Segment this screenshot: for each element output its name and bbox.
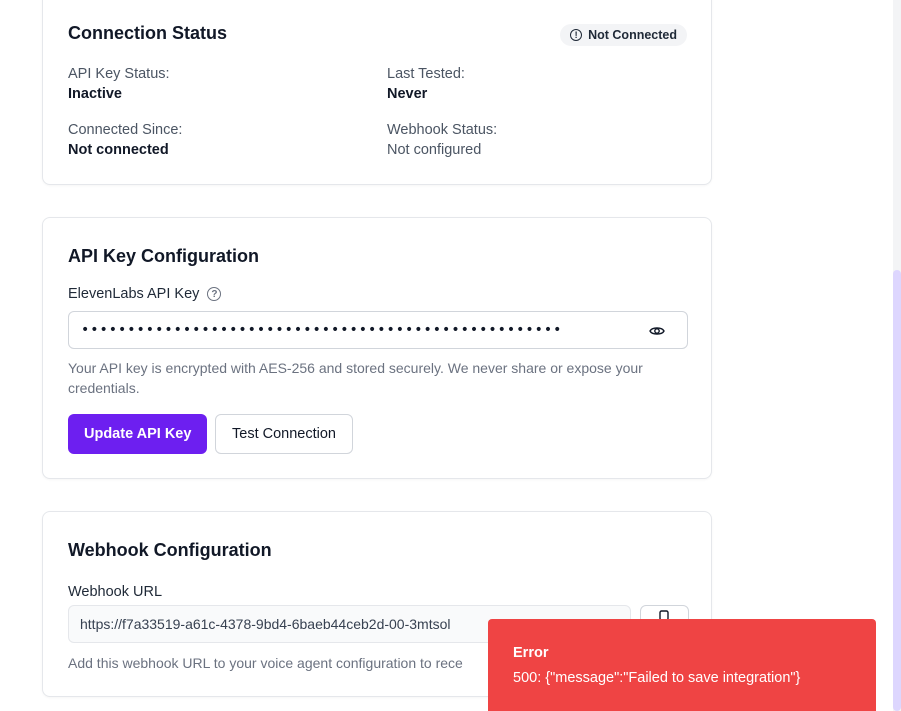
alert-circle-icon: !: [570, 29, 583, 41]
toast-title: Error: [513, 645, 549, 661]
webhook-url-label: Webhook URL: [68, 584, 163, 600]
toast-message: 500: {"message":"Failed to save integrat…: [513, 670, 801, 686]
help-circle-icon[interactable]: ?: [207, 287, 222, 301]
api-key-masked-value: ••••••••••••••••••••••••••••••••••••••••…: [81, 322, 563, 338]
api-key-status-label: API Key Status:: [68, 66, 170, 82]
last-tested-value: Never: [387, 86, 428, 102]
error-toast[interactable]: Error 500: {"message":"Failed to save in…: [488, 619, 876, 711]
api-key-config-title: API Key Configuration: [68, 246, 260, 266]
status-badge-label: Not Connected: [588, 28, 677, 42]
api-key-label-text: ElevenLabs API Key: [68, 286, 200, 302]
api-key-input[interactable]: ••••••••••••••••••••••••••••••••••••••••…: [68, 311, 688, 349]
api-key-helper-text: Your API key is encrypted with AES-256 a…: [68, 360, 643, 396]
webhook-status-value: Not configured: [387, 142, 482, 158]
scrollbar-thumb[interactable]: [893, 270, 901, 711]
test-connection-button[interactable]: Test Connection: [215, 414, 353, 454]
status-badge: ! Not Connected: [560, 24, 687, 46]
api-key-config-card: API Key Configuration ElevenLabs API Key…: [42, 217, 712, 479]
last-tested-label: Last Tested:: [387, 66, 465, 82]
connection-status-title: Connection Status: [68, 23, 228, 43]
connected-since-label: Connected Since:: [68, 122, 183, 138]
webhook-status-label: Webhook Status:: [387, 122, 498, 138]
connection-status-card: Connection Status ! Not Connected API Ke…: [42, 0, 712, 185]
webhook-config-title: Webhook Configuration: [68, 540, 272, 560]
api-key-status-value: Inactive: [68, 86, 122, 102]
eye-icon[interactable]: [649, 323, 665, 342]
update-api-key-button[interactable]: Update API Key: [68, 414, 208, 454]
connected-since-value: Not connected: [68, 142, 169, 158]
api-key-label: ElevenLabs API Key ?: [68, 286, 222, 302]
